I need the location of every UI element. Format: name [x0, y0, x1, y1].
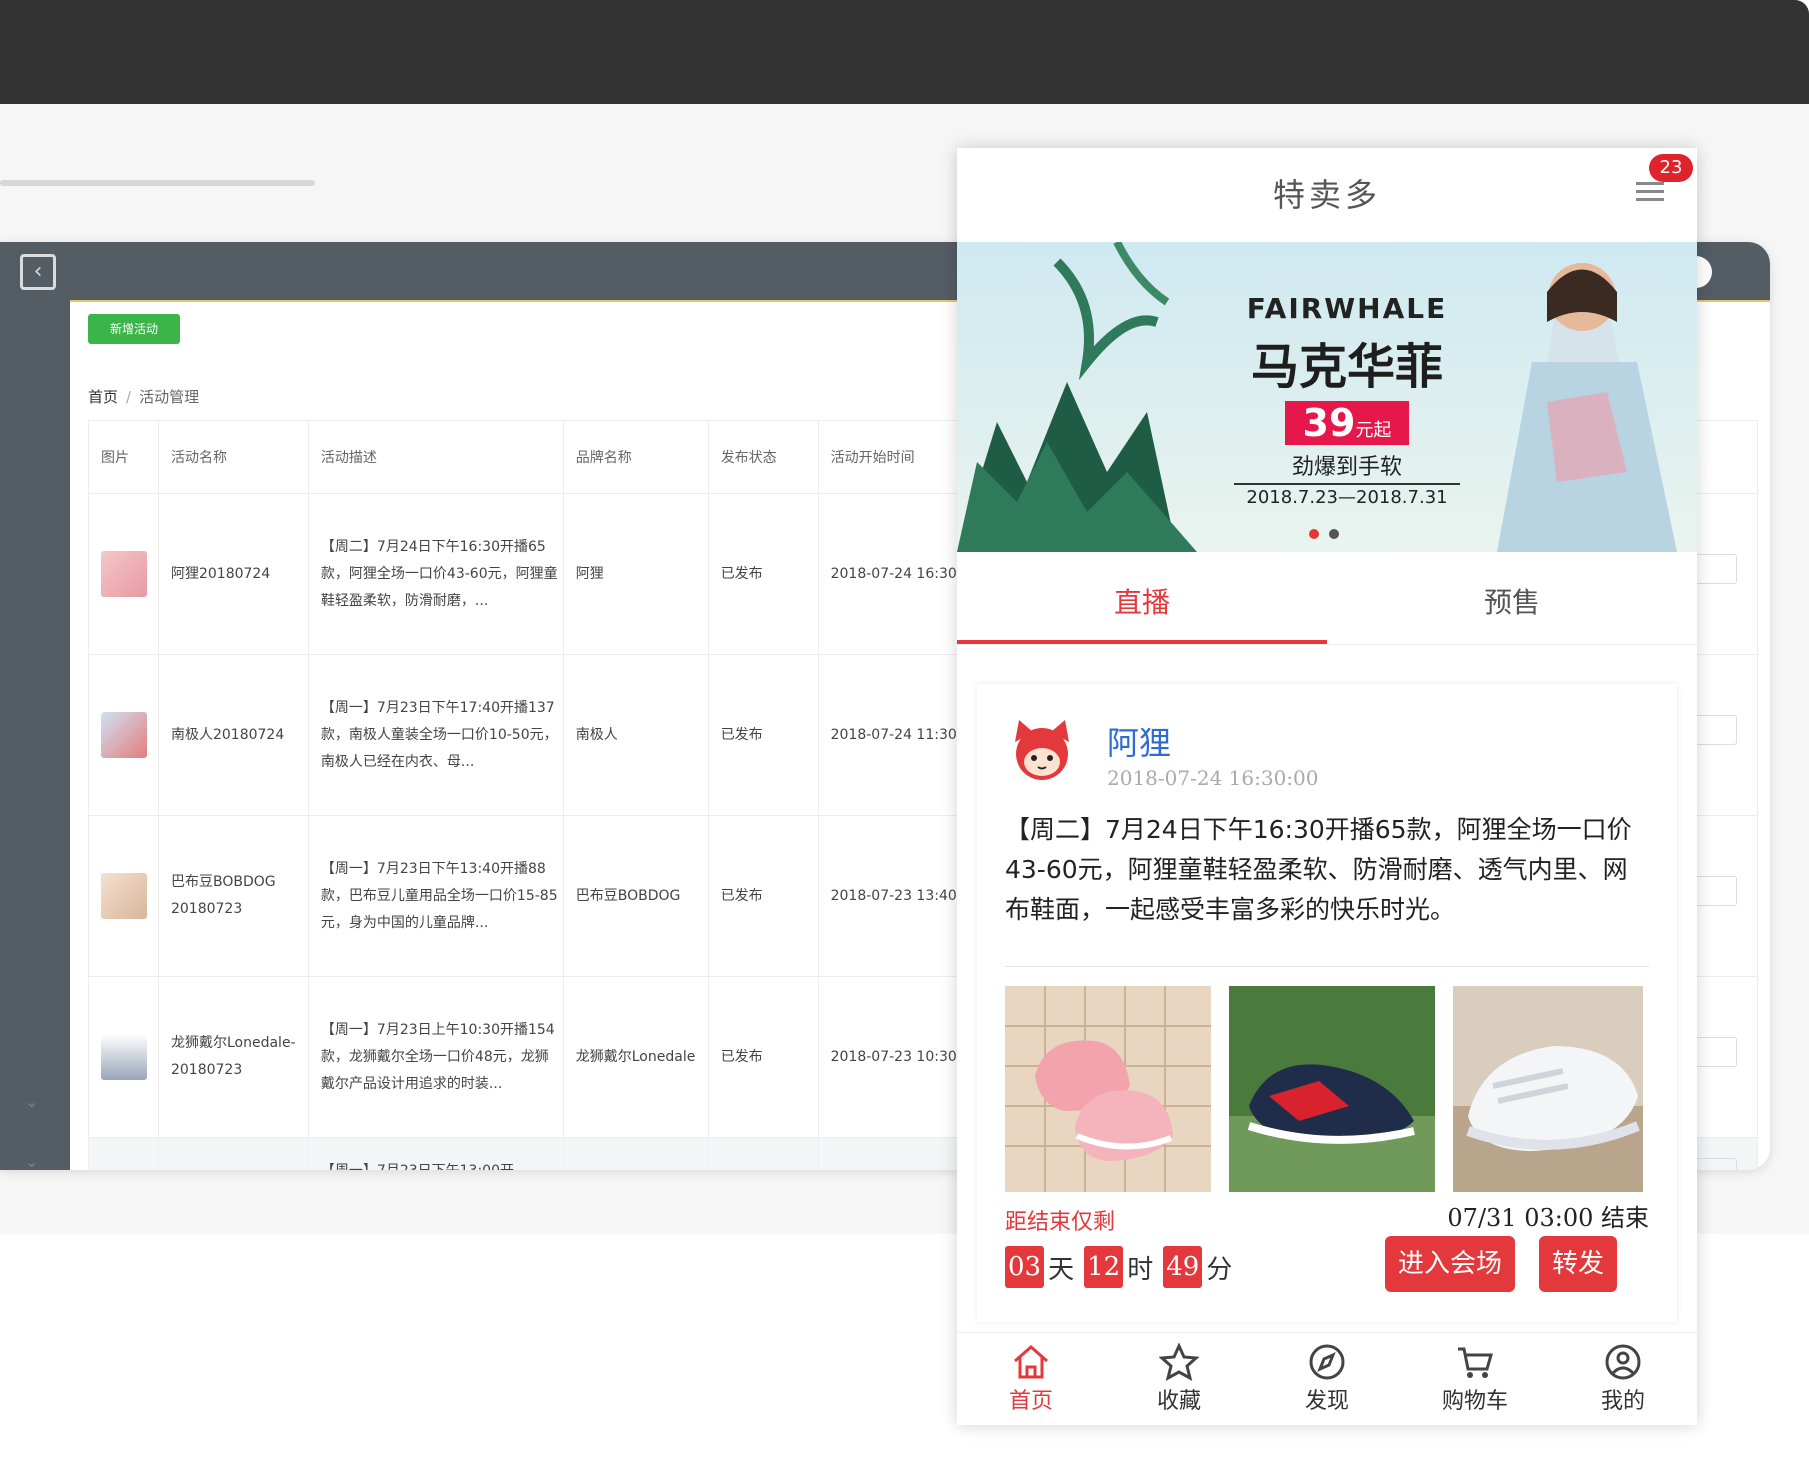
pagination-dot-active[interactable]: [1309, 529, 1319, 539]
nav-discover[interactable]: 发现: [1253, 1343, 1401, 1415]
compass-icon: [1309, 1344, 1345, 1380]
activity-description: 【周二】7月24日下午16:30开播65款，阿狸全场一口价43-60元，阿狸童鞋…: [1005, 815, 1632, 924]
cart-icon: [1458, 1347, 1493, 1378]
activity-desc: 【周一】7月23日下午13:00开: [307, 1137, 564, 1170]
activity-desc: 【周一】7月23日下午13:40开播88款，巴布豆儿童用品全场一口价15-85元…: [307, 815, 564, 977]
nav-favorites-label: 收藏: [1156, 1389, 1201, 1414]
store-name[interactable]: 阿狸: [1107, 718, 1171, 764]
countdown-days-unit: 天: [1048, 1254, 1075, 1285]
row-action-button[interactable]: [1695, 1037, 1737, 1067]
countdown-hours: 12: [1084, 1246, 1124, 1288]
nav-discover-label: 发现: [1304, 1389, 1349, 1414]
publish-status: 已发布: [707, 654, 819, 816]
countdown-days: 03: [1005, 1246, 1045, 1288]
nav-me-label: 我的: [1600, 1389, 1645, 1414]
banner-dates: 2018.7.23—2018.7.31: [1234, 483, 1460, 508]
breadcrumb-home[interactable]: 首页: [88, 388, 118, 406]
store-logo-icon: [1005, 714, 1079, 788]
brand-name: 巴布豆BOBDOG: [562, 815, 709, 977]
product-image-white-sneakers[interactable]: [1453, 986, 1643, 1192]
app-title: 特卖多: [1272, 176, 1381, 214]
banner-price-unit: 元起: [1355, 420, 1392, 441]
mobile-app-preview: 特卖多 23 FAIRWHALE 马克华菲 39元起 劲爆到手软 2018.7.…: [957, 148, 1697, 1425]
pagination-dot[interactable]: [1329, 529, 1339, 539]
activity-name: 龙狮戴尔Lonedale-20180723: [157, 976, 309, 1138]
banner-price: 39: [1302, 401, 1356, 445]
user-icon: [1605, 1344, 1641, 1380]
nav-favorites[interactable]: 收藏: [1105, 1343, 1253, 1415]
home-icon: [1014, 1345, 1048, 1379]
column-header: 活动描述: [307, 420, 564, 494]
tab-live[interactable]: 直播: [957, 562, 1327, 644]
countdown-timer: 03 天 12 时 49 分: [1005, 1246, 1238, 1288]
enter-venue-button[interactable]: 进入会场: [1385, 1236, 1515, 1292]
tab-presale[interactable]: 预售: [1327, 562, 1697, 644]
countdown-minutes: 49: [1163, 1246, 1203, 1288]
row-action-button[interactable]: [1695, 554, 1737, 584]
chevron-down-icon[interactable]: ⌄: [25, 1152, 38, 1170]
activity-name: 阿狸20180724: [157, 493, 309, 655]
publish-status: 已发布: [707, 815, 819, 977]
tab-bar: 直播 预售: [957, 562, 1697, 644]
breadcrumb-current: 活动管理: [139, 388, 200, 406]
banner-price-box: 39元起: [1284, 401, 1410, 445]
bottom-nav: 首页 收藏 发现 购物车 我的: [957, 1332, 1697, 1425]
admin-sidebar: ⌄ ⌄: [0, 302, 70, 1170]
activity-desc: 【周一】7月23日上午10:30开播154款，龙狮戴尔全场一口价48元，龙狮戴尔…: [307, 976, 564, 1138]
share-button[interactable]: 转发: [1539, 1236, 1617, 1292]
top-dark-bar: [0, 0, 1809, 104]
activity-thumbnail: [101, 551, 147, 597]
row-action-button[interactable]: [1695, 876, 1737, 906]
banner-promo: 劲爆到手软: [1291, 455, 1402, 480]
tab-divider: [957, 644, 1697, 645]
countdown-minutes-unit: 分: [1206, 1254, 1233, 1285]
column-header: 品牌名称: [562, 420, 709, 494]
activity-thumbnail: [101, 1034, 147, 1080]
breadcrumb-separator: /: [126, 388, 132, 406]
banner-brand-cn: 马克华菲: [1250, 339, 1443, 395]
star-icon: [1159, 1343, 1199, 1381]
decor-line: [0, 180, 315, 186]
brand-name: 南极人: [562, 654, 709, 816]
product-image-navy-sneakers[interactable]: [1229, 986, 1435, 1192]
banner-brand-en: FAIRWHALE: [1246, 292, 1448, 325]
nav-me[interactable]: 我的: [1549, 1343, 1697, 1415]
new-activity-button[interactable]: 新增活动: [88, 314, 180, 344]
store-time: 2018-07-24 16:30:00: [1107, 766, 1319, 790]
notification-badge: 23: [1649, 154, 1693, 182]
card-divider: [1005, 966, 1649, 967]
activity-card[interactable]: 阿狸 2018-07-24 16:30:00 【周二】7月24日下午16:30开…: [977, 684, 1677, 1322]
collapse-sidebar-icon[interactable]: ‹: [20, 254, 56, 290]
column-header: 发布状态: [707, 420, 819, 494]
activity-name: 南极人20180724: [157, 654, 309, 816]
brand-name: 阿狸: [562, 493, 709, 655]
product-image-pink-shoes[interactable]: [1005, 986, 1211, 1192]
brand-name: 龙狮戴尔Lonedale: [562, 976, 709, 1138]
promo-banner[interactable]: FAIRWHALE 马克华菲 39元起 劲爆到手软 2018.7.23—2018…: [957, 242, 1697, 552]
column-header: 活动名称: [157, 420, 309, 494]
end-time: 07/31 03:00 结束: [1447, 1204, 1649, 1232]
column-header: 图片: [88, 420, 159, 494]
breadcrumb: 首页 / 活动管理: [88, 386, 199, 407]
row-action-button[interactable]: [1695, 1158, 1737, 1170]
nav-home-label: 首页: [1008, 1389, 1053, 1414]
publish-status: 已发布: [707, 493, 819, 655]
banner-pagination: [1309, 524, 1349, 543]
countdown-label: 距结束仅剩: [1005, 1210, 1116, 1235]
nav-home[interactable]: 首页: [957, 1343, 1105, 1415]
activity-name: 巴布豆BOBDOG 20180723: [157, 815, 309, 977]
nav-cart-label: 购物车: [1441, 1389, 1508, 1414]
banner-text: FAIRWHALE 马克华菲 39元起 劲爆到手软 2018.7.23—2018…: [1197, 292, 1497, 508]
activity-desc: 【周二】7月24日下午16:30开播65款，阿狸全场一口价43-60元，阿狸童鞋…: [307, 493, 564, 655]
nav-cart[interactable]: 购物车: [1401, 1343, 1549, 1415]
chevron-down-icon[interactable]: ⌄: [25, 1092, 38, 1111]
publish-status: 已发布: [707, 976, 819, 1138]
countdown-hours-unit: 时: [1127, 1254, 1154, 1285]
activity-thumbnail: [101, 873, 147, 919]
activity-thumbnail: [101, 712, 147, 758]
activity-desc: 【周一】7月23日下午17:40开播137款，南极人童装全场一口价10-50元，…: [307, 654, 564, 816]
row-action-button[interactable]: [1695, 715, 1737, 745]
